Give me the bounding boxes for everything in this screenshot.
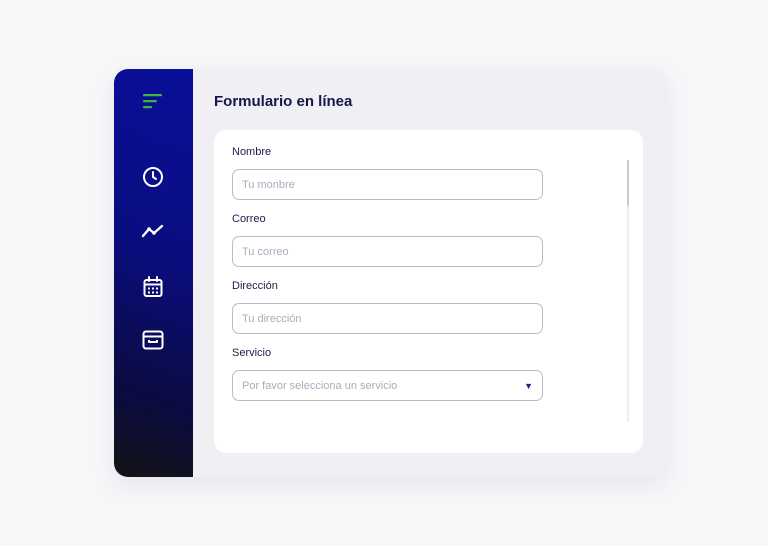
service-select-value: Por favor selecciona un servicio	[242, 379, 398, 392]
name-field[interactable]	[232, 169, 543, 200]
app-window: Formulario en línea Nombre Correo Direcc…	[114, 69, 666, 477]
service-label: Servicio	[232, 347, 272, 359]
sidebar	[114, 69, 193, 477]
name-input[interactable]	[242, 178, 533, 191]
email-label: Correo	[232, 213, 266, 225]
address-input[interactable]	[242, 312, 533, 325]
service-select[interactable]: Por favor selecciona un servicio ▼	[232, 370, 543, 401]
scrollbar[interactable]	[627, 160, 629, 422]
scrollbar-thumb[interactable]	[627, 160, 629, 206]
address-label: Dirección	[232, 280, 278, 292]
email-input[interactable]	[242, 245, 533, 258]
chevron-down-icon[interactable]: ▼	[524, 381, 533, 391]
trend-icon[interactable]	[141, 219, 165, 243]
clock-icon[interactable]	[141, 165, 165, 189]
page-title: Formulario en línea	[214, 93, 353, 110]
main-content: Formulario en línea Nombre Correo Direcc…	[193, 69, 666, 477]
name-label: Nombre	[232, 146, 272, 158]
form-card: Nombre Correo Dirección Servicio Por fav…	[214, 130, 643, 453]
email-field[interactable]	[232, 236, 543, 267]
menu-icon[interactable]	[141, 89, 165, 113]
archive-icon[interactable]	[141, 328, 165, 352]
address-field[interactable]	[232, 303, 543, 334]
calendar-icon[interactable]	[141, 275, 165, 299]
